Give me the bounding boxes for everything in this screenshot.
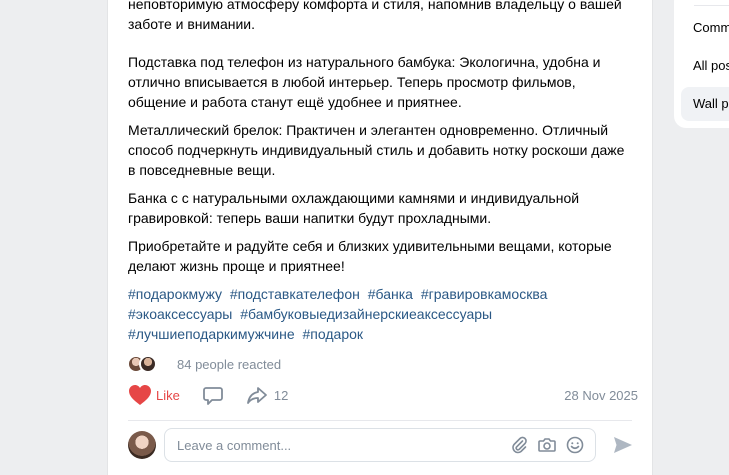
- hashtag-list: #подарокмужу #подставкателефон #банка #г…: [128, 284, 608, 344]
- comment-icon: [202, 387, 223, 405]
- hashtag-link[interactable]: #подарок: [303, 326, 364, 342]
- post-paragraph: Металлический брелок: Практичен и элеган…: [128, 122, 625, 178]
- share-button[interactable]: 12: [246, 384, 288, 406]
- hashtag-link[interactable]: #подарокмужу: [128, 286, 222, 302]
- divider: [694, 5, 729, 6]
- hashtag-link[interactable]: #лучшиеподаркимужчине: [128, 326, 295, 342]
- reactions-summary[interactable]: 84 people reacted: [127, 355, 281, 373]
- comment-composer: [128, 428, 634, 462]
- hashtag-link[interactable]: #подставкателефон: [230, 286, 360, 302]
- emoji-icon[interactable]: [565, 435, 585, 455]
- menu-item-all-posts[interactable]: All pos: [693, 58, 729, 73]
- paperclip-icon[interactable]: [509, 435, 529, 455]
- post-paragraph: Подставка под телефон из натурального ба…: [128, 54, 601, 110]
- post-actions: Like 12 28 Nov 2025: [128, 384, 638, 406]
- hashtag-link[interactable]: #гравировкамосква: [421, 286, 548, 302]
- post-date[interactable]: 28 Nov 2025: [564, 388, 638, 403]
- reactions-count: 84 people reacted: [177, 356, 282, 372]
- side-menu: Comm All pos Wall p: [674, 0, 729, 128]
- menu-item-wall-posts[interactable]: Wall p: [681, 87, 729, 121]
- divider: [128, 420, 632, 421]
- post-paragraph: неповторимую атмосферу комфорта и стиля,…: [128, 0, 622, 32]
- hashtag-link[interactable]: #бамбуковыедизайнерскиеаксессуары: [240, 306, 492, 322]
- heart-icon: [129, 385, 151, 405]
- avatar[interactable]: [128, 431, 156, 459]
- share-count: 12: [273, 387, 289, 403]
- like-button[interactable]: Like: [128, 384, 180, 406]
- send-icon[interactable]: [612, 434, 634, 456]
- post-paragraph: Приобретайте и радуйте себя и близких уд…: [128, 238, 612, 274]
- post-card: неповторимую атмосферу комфорта и стиля,…: [108, 0, 652, 475]
- menu-item-comments[interactable]: Comm: [693, 20, 729, 35]
- reactor-avatar: [139, 355, 157, 373]
- comment-button[interactable]: [202, 384, 224, 406]
- comment-input[interactable]: [177, 437, 501, 453]
- camera-icon[interactable]: [537, 435, 557, 455]
- share-icon: [246, 387, 267, 404]
- hashtag-link[interactable]: #экоаксессуары: [128, 306, 232, 322]
- like-label: Like: [156, 387, 180, 403]
- hashtag-link[interactable]: #банка: [368, 286, 413, 302]
- post-paragraph: Банка с с натуральными охлаждающими камн…: [128, 190, 580, 226]
- comment-field-wrapper: [164, 428, 596, 462]
